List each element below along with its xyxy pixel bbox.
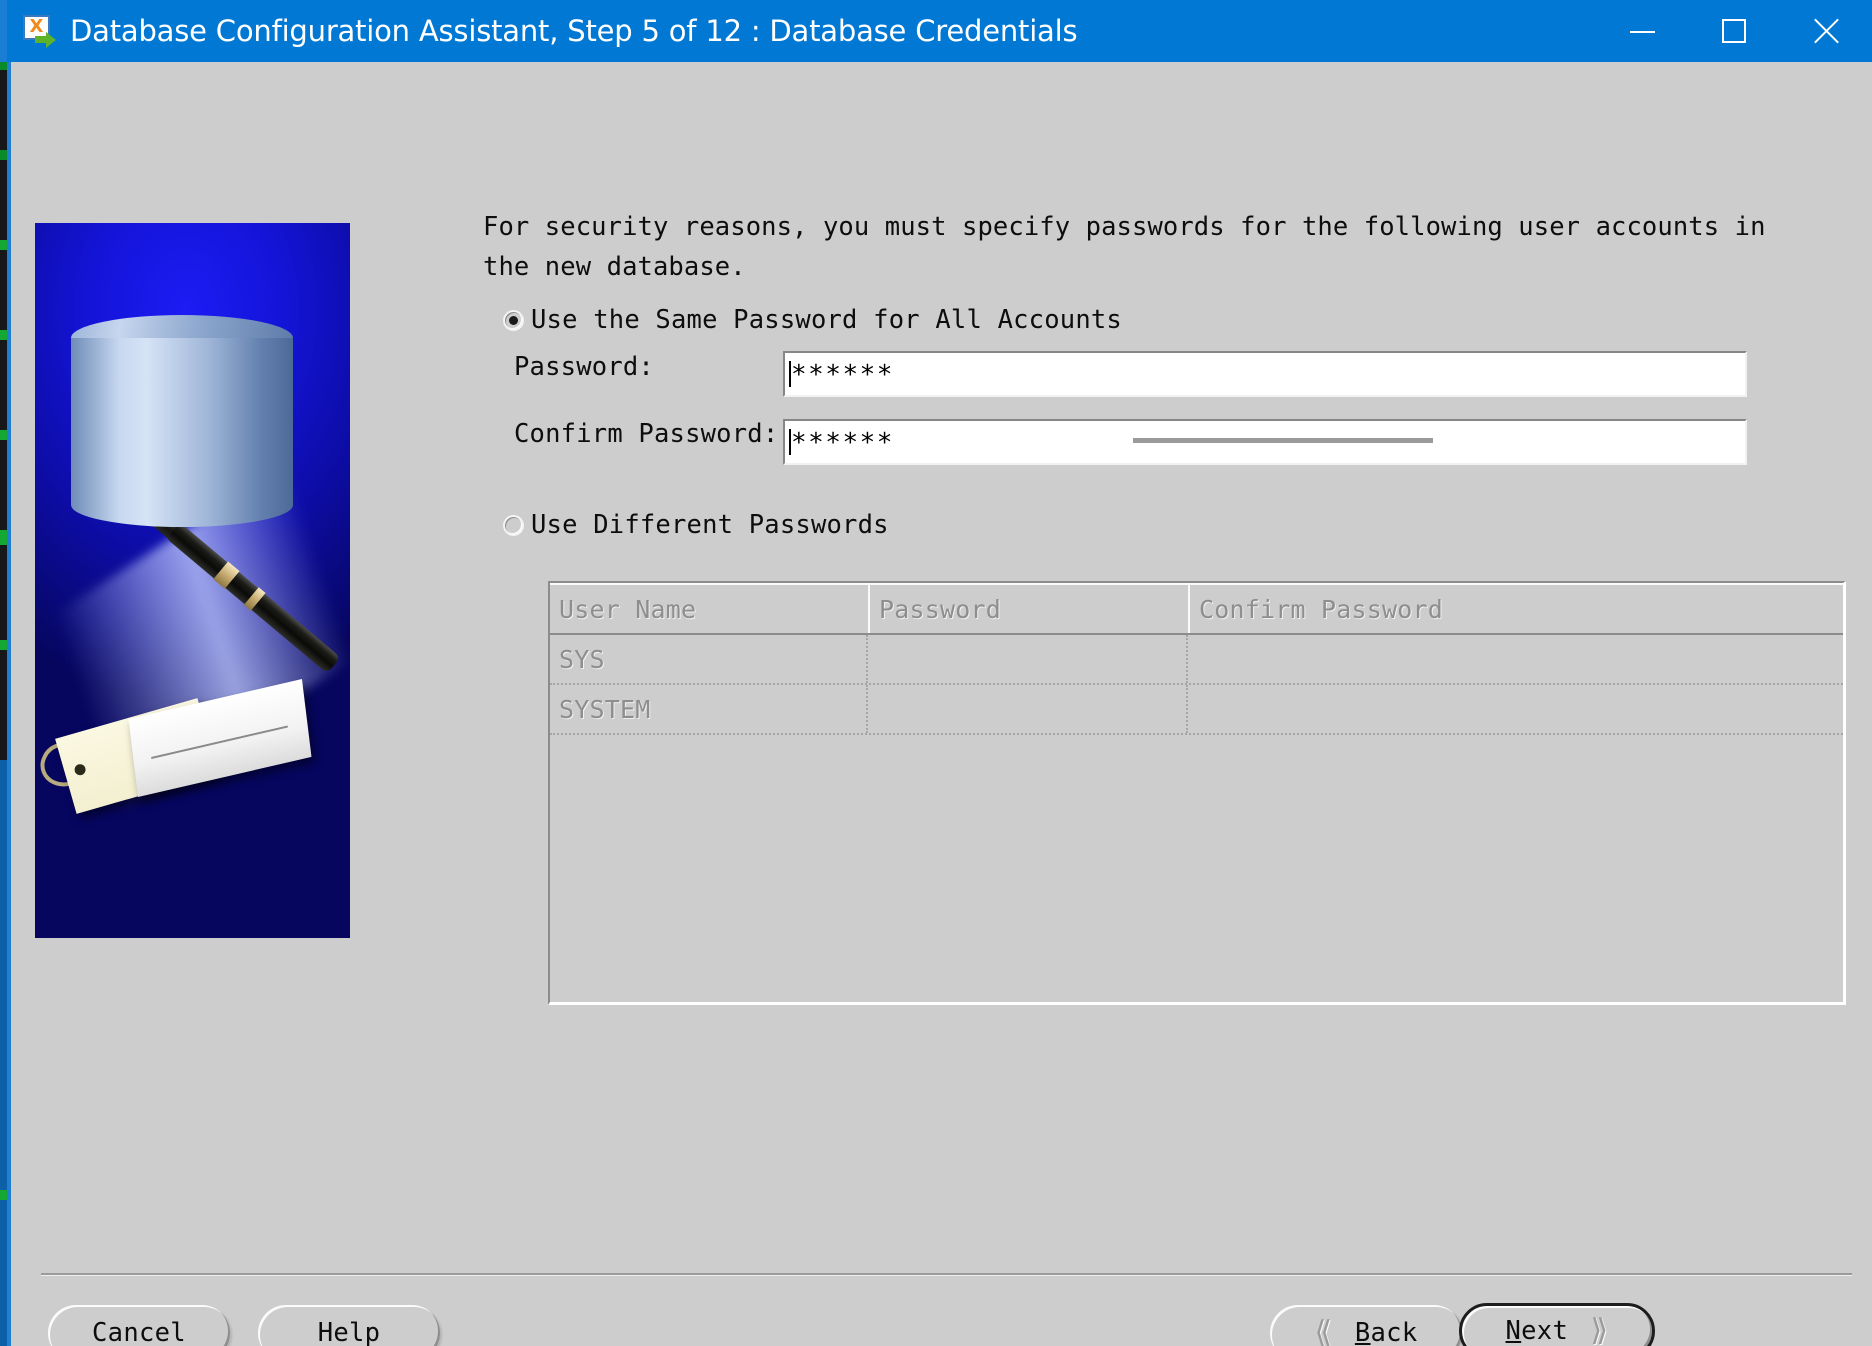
column-header-password[interactable]: Password — [868, 585, 1188, 633]
maximize-button[interactable] — [1688, 0, 1780, 62]
confirm-password-input-value: ****** — [791, 428, 894, 458]
database-cylinder-icon — [71, 315, 293, 527]
password-label: Password: — [514, 352, 654, 382]
credentials-table[interactable]: User Name Password Confirm Password SYS … — [548, 581, 1846, 1005]
table-row[interactable]: SYS — [550, 635, 1843, 685]
back-button-label: Back — [1354, 1318, 1418, 1346]
cell-user-name[interactable]: SYS — [550, 635, 868, 683]
dbca-window: X Database Configuration Assistant, Step… — [0, 0, 1872, 1346]
radio-different-passwords[interactable]: Use Different Passwords — [503, 510, 889, 540]
password-input-value: ****** — [791, 360, 894, 390]
minimize-button[interactable] — [1596, 0, 1688, 62]
sidebar-illustration — [35, 223, 350, 938]
radio-same-password[interactable]: Use the Same Password for All Accounts — [503, 305, 1122, 335]
screenshot-edge-artifact — [0, 0, 7, 1346]
radio-same-password-indicator[interactable] — [503, 309, 524, 331]
chevron-left-icon: ⟪ — [1314, 1315, 1333, 1346]
radio-different-passwords-label: Use Different Passwords — [531, 510, 889, 540]
confirm-password-label: Confirm Password: — [514, 419, 779, 449]
help-button-label: Help — [317, 1318, 381, 1346]
radio-different-passwords-indicator[interactable] — [503, 514, 524, 536]
close-button[interactable] — [1780, 0, 1872, 62]
dbca-app-icon: X — [22, 14, 56, 48]
cell-user-name[interactable]: SYSTEM — [550, 685, 868, 733]
table-header-row: User Name Password Confirm Password — [550, 583, 1843, 635]
next-button[interactable]: Next ⟫ — [1459, 1303, 1655, 1346]
password-input[interactable]: ****** — [783, 351, 1747, 397]
table-body: SYS SYSTEM — [550, 635, 1843, 1001]
column-header-confirm-password[interactable]: Confirm Password — [1188, 585, 1843, 633]
help-button[interactable]: Help — [258, 1305, 440, 1346]
cancel-button[interactable]: Cancel — [48, 1305, 230, 1346]
column-header-user-name[interactable]: User Name — [550, 585, 868, 633]
radio-same-password-label: Use the Same Password for All Accounts — [531, 305, 1122, 335]
cell-password[interactable] — [868, 635, 1188, 683]
close-icon — [1812, 17, 1840, 45]
dialog-body: For security reasons, you must specify p… — [11, 62, 1872, 1346]
back-button[interactable]: ⟪ Back — [1270, 1305, 1462, 1346]
cell-confirm-password[interactable] — [1188, 635, 1843, 683]
cell-password[interactable] — [868, 685, 1188, 733]
window-title: Database Configuration Assistant, Step 5… — [70, 14, 1078, 48]
window-controls — [1596, 0, 1872, 62]
next-button-label: Next — [1505, 1316, 1569, 1346]
cell-confirm-password[interactable] — [1188, 685, 1843, 733]
maximize-icon — [1722, 19, 1746, 43]
minimize-icon — [1629, 31, 1655, 33]
table-row[interactable]: SYSTEM — [550, 685, 1843, 735]
chevron-right-icon: ⟫ — [1590, 1313, 1609, 1346]
title-bar: X Database Configuration Assistant, Step… — [0, 0, 1872, 62]
render-artifact — [1133, 438, 1433, 443]
intro-text: For security reasons, you must specify p… — [483, 212, 1781, 282]
cancel-button-label: Cancel — [92, 1318, 186, 1346]
footer-separator — [41, 1273, 1852, 1275]
